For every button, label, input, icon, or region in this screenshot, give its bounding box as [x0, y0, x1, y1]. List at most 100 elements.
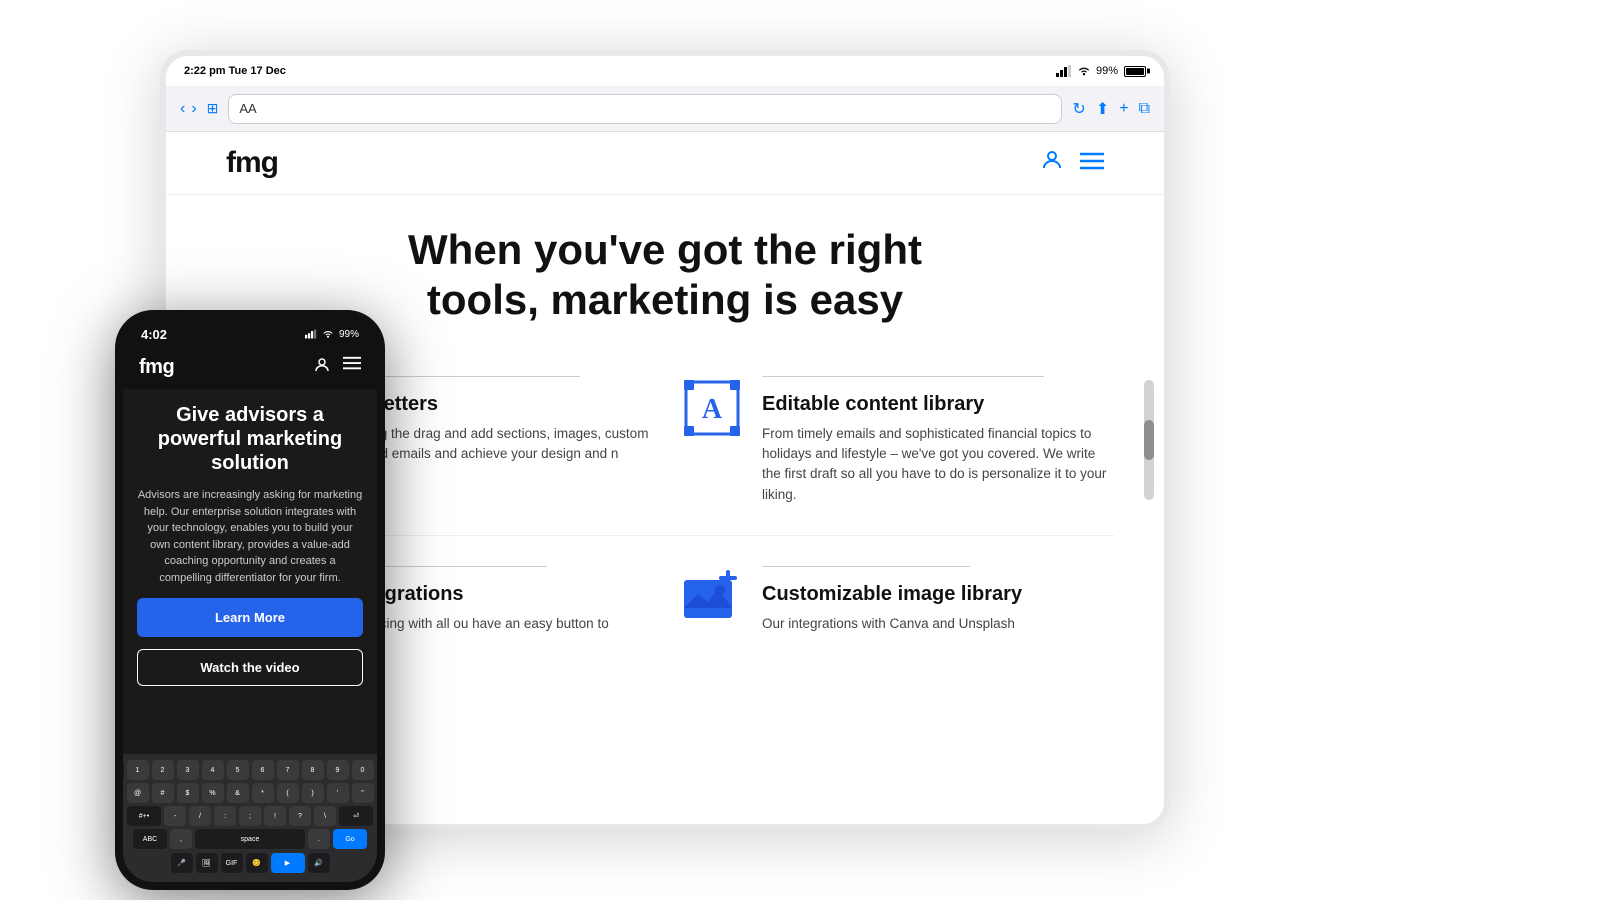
key-emoji2[interactable]: 😊: [246, 853, 268, 873]
phone-status-bar: 4:02 99%: [123, 318, 377, 346]
learn-more-button[interactable]: Learn More: [137, 598, 363, 637]
phone-wifi-icon: [321, 329, 335, 339]
key-3[interactable]: 3: [177, 760, 199, 780]
phone-user-icon[interactable]: [313, 356, 331, 379]
share-button[interactable]: ⬆: [1096, 99, 1109, 119]
phone-header-icons: [313, 356, 361, 379]
key-colon[interactable]: :: [214, 806, 236, 826]
site-header-actions: [1040, 148, 1104, 178]
phone-signal-icon: [305, 329, 317, 339]
watch-video-button[interactable]: Watch the video: [137, 649, 363, 686]
refresh-button[interactable]: ↻: [1072, 99, 1085, 119]
feature-content-desc: From timely emails and sophisticated fin…: [762, 424, 1114, 505]
keyboard-row-1: ☺ 1 2 3 4 5 6 7 8 9 0 ⌫: [127, 760, 373, 780]
feature-image-library: Customizable image library Our integrati…: [680, 556, 1114, 644]
feature-content-text: Editable content library From timely ema…: [762, 376, 1114, 505]
key-go[interactable]: Go: [333, 829, 367, 849]
key-9[interactable]: 9: [327, 760, 349, 780]
key-4[interactable]: 4: [202, 760, 224, 780]
key-at[interactable]: @: [127, 783, 149, 803]
key-abc[interactable]: ABC: [133, 829, 167, 849]
phone-site-body: Give advisors a powerful marketing solut…: [123, 389, 377, 754]
tablet-time: 2:22 pm Tue 17 Dec: [184, 65, 286, 77]
key-8[interactable]: 8: [302, 760, 324, 780]
forward-button[interactable]: ›: [191, 100, 196, 118]
key-1[interactable]: 1: [127, 760, 149, 780]
feature-image-desc: Our integrations with Canva and Unsplash: [762, 614, 1022, 634]
key-quote[interactable]: ": [352, 783, 374, 803]
phone-device: 4:02 99%: [115, 310, 385, 890]
battery-icon: [1124, 66, 1146, 77]
key-comma[interactable]: ,: [170, 829, 192, 849]
feature-content-library: A Editable content library From timely e…: [680, 366, 1114, 515]
key-slash[interactable]: /: [189, 806, 211, 826]
key-5[interactable]: 5: [227, 760, 249, 780]
feature-content-title: Editable content library: [762, 393, 1114, 416]
key-hash[interactable]: #: [152, 783, 174, 803]
key-period[interactable]: .: [308, 829, 330, 849]
key-quest[interactable]: ?: [289, 806, 311, 826]
key-lparen[interactable]: (: [277, 783, 299, 803]
keyboard-media-row: 🎤 🖼 GIF 😊 ▶ 🔊: [127, 853, 373, 873]
key-mic[interactable]: 🎤: [171, 853, 193, 873]
add-tab-button[interactable]: +: [1119, 100, 1128, 118]
battery-pct: 99%: [1096, 65, 1118, 77]
key-emoji[interactable]: ☺: [123, 760, 124, 780]
key-play[interactable]: ▶: [271, 853, 305, 873]
wifi-icon: [1076, 65, 1092, 77]
phone-site-header: fmg: [123, 346, 377, 389]
phone-time: 4:02: [141, 327, 167, 342]
key-gif[interactable]: GIF: [221, 853, 243, 873]
key-vol[interactable]: 🔊: [308, 853, 330, 873]
hero-title: When you've got the right tools, marketi…: [375, 225, 955, 326]
key-apos[interactable]: ': [327, 783, 349, 803]
site-header: fmg: [166, 132, 1164, 195]
editable-content-icon: A: [680, 376, 744, 440]
site-logo: fmg: [226, 146, 278, 180]
back-button[interactable]: ‹: [180, 100, 185, 118]
svg-text:A: A: [702, 394, 723, 425]
key-0[interactable]: 0: [352, 760, 374, 780]
tablet-status-bar: 2:22 pm Tue 17 Dec 99: [166, 56, 1164, 86]
phone-status-icons: 99%: [305, 329, 359, 340]
key-rparen[interactable]: ): [302, 783, 324, 803]
key-percent[interactable]: %: [202, 783, 224, 803]
image-library-icon: [680, 566, 744, 630]
scene: 2:22 pm Tue 17 Dec 99: [0, 0, 1600, 900]
signal-icon: [1056, 65, 1072, 77]
key-delete[interactable]: ⌫: [377, 760, 378, 780]
key-more[interactable]: #+•: [127, 806, 161, 826]
phone-menu-icon[interactable]: [343, 356, 361, 379]
phone-battery-pct: 99%: [339, 329, 359, 340]
tablet-scrollbar[interactable]: [1144, 380, 1154, 500]
key-backslash[interactable]: \: [314, 806, 336, 826]
key-img[interactable]: 🖼: [196, 853, 218, 873]
key-2[interactable]: 2: [152, 760, 174, 780]
key-return[interactable]: ⏎: [339, 806, 373, 826]
tabs-button[interactable]: ⧉: [1139, 100, 1150, 118]
address-text: AA: [239, 101, 256, 116]
key-space[interactable]: space: [195, 829, 305, 849]
phone-description: Advisors are increasingly asking for mar…: [137, 487, 363, 586]
menu-icon[interactable]: [1080, 150, 1104, 176]
key-6[interactable]: 6: [252, 760, 274, 780]
keyboard-row-3: #+• - / : ; ! ? \ ⏎: [127, 806, 373, 826]
key-dash[interactable]: -: [164, 806, 186, 826]
key-star[interactable]: *: [252, 783, 274, 803]
user-icon[interactable]: [1040, 148, 1064, 178]
bookmark-icon[interactable]: ⊞: [207, 100, 219, 117]
key-excl[interactable]: !: [264, 806, 286, 826]
tablet-scrollbar-thumb[interactable]: [1144, 420, 1154, 460]
phone-headline: Give advisors a powerful marketing solut…: [137, 403, 363, 475]
keyboard-row-4: ABC , space . Go: [127, 829, 373, 849]
key-7[interactable]: 7: [277, 760, 299, 780]
phone-logo: fmg: [139, 356, 174, 379]
browser-nav[interactable]: ‹ ›: [180, 100, 197, 118]
phone-keyboard: ☺ 1 2 3 4 5 6 7 8 9 0 ⌫ @ # $ %: [123, 754, 377, 882]
key-dollar[interactable]: $: [177, 783, 199, 803]
address-bar[interactable]: AA: [228, 94, 1062, 124]
key-amp[interactable]: &: [227, 783, 249, 803]
key-semicolon[interactable]: ;: [239, 806, 261, 826]
browser-actions: ↻ ⬆ + ⧉: [1072, 99, 1150, 119]
tablet-browser-bar: ‹ › ⊞ AA ↻ ⬆ + ⧉: [166, 86, 1164, 132]
